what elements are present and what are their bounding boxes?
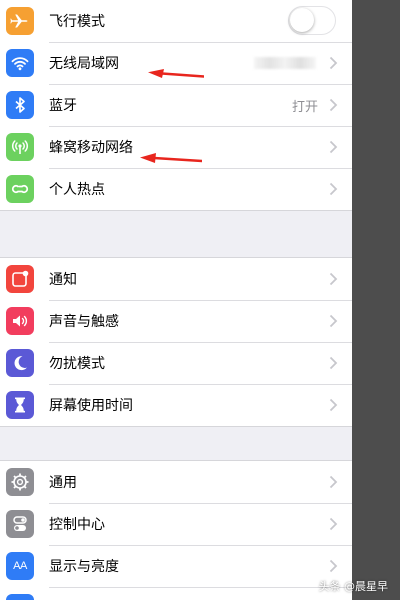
settings-row-general[interactable]: 通用 bbox=[0, 461, 352, 503]
sounds-haptics-label: 声音与触感 bbox=[49, 314, 119, 330]
chevron-right-icon bbox=[329, 140, 338, 154]
notifications-label: 通知 bbox=[49, 272, 77, 288]
settings-row-notifications[interactable]: 通知 bbox=[0, 258, 352, 300]
wifi-icon bbox=[6, 49, 34, 77]
bluetooth-icon bbox=[6, 91, 34, 119]
chevron-right-icon bbox=[329, 314, 338, 328]
connectivity-group: 飞行模式 无线局域网 蓝牙 打开 蜂窝移动网络 个人热点 bbox=[0, 0, 352, 211]
general-group: 通用 控制中心 AA 显示与亮度 bbox=[0, 460, 352, 600]
do-not-disturb-label: 勿扰模式 bbox=[49, 356, 105, 372]
settings-row-sounds-haptics[interactable]: 声音与触感 bbox=[0, 300, 352, 342]
wlan-network-name-blurred bbox=[254, 57, 316, 69]
chevron-right-icon bbox=[329, 475, 338, 489]
annotation-arrow-wlan bbox=[148, 69, 204, 81]
settings-row-airplane-mode[interactable]: 飞行模式 bbox=[0, 0, 352, 42]
settings-row-bluetooth[interactable]: 蓝牙 打开 bbox=[0, 84, 352, 126]
chevron-right-icon bbox=[329, 559, 338, 573]
toggles-icon bbox=[6, 510, 34, 538]
settings-row-do-not-disturb[interactable]: 勿扰模式 bbox=[0, 342, 352, 384]
hourglass-icon bbox=[6, 391, 34, 419]
bluetooth-status-value: 打开 bbox=[291, 99, 318, 115]
watermark: 头条 @晨星早 bbox=[318, 580, 389, 593]
toggle-knob bbox=[290, 8, 314, 32]
wlan-label: 无线局域网 bbox=[49, 56, 119, 72]
text-size-icon: AA bbox=[6, 552, 34, 580]
airplane-icon bbox=[6, 7, 34, 35]
control-center-label: 控制中心 bbox=[49, 517, 105, 533]
notifications-icon bbox=[6, 265, 34, 293]
cellular-label: 蜂窝移动网络 bbox=[49, 140, 133, 156]
cellular-icon bbox=[6, 133, 34, 161]
chevron-right-icon bbox=[329, 182, 338, 196]
text-size-icon-glyph: AA bbox=[13, 560, 27, 572]
settings-list: 飞行模式 无线局域网 蓝牙 打开 蜂窝移动网络 个人热点 通知 声音与触感 勿扰… bbox=[0, 0, 352, 600]
notifications-group: 通知 声音与触感 勿扰模式 屏幕使用时间 bbox=[0, 257, 352, 427]
gear-icon bbox=[6, 468, 34, 496]
chevron-right-icon bbox=[329, 517, 338, 531]
moon-icon bbox=[6, 349, 34, 377]
partial-icon bbox=[6, 594, 34, 600]
chevron-right-icon bbox=[329, 98, 338, 112]
settings-row-control-center[interactable]: 控制中心 bbox=[0, 503, 352, 545]
speaker-icon bbox=[6, 307, 34, 335]
hotspot-icon bbox=[6, 175, 34, 203]
airplane-mode-label: 飞行模式 bbox=[49, 14, 105, 30]
bluetooth-label: 蓝牙 bbox=[49, 98, 77, 114]
screen-time-label: 屏幕使用时间 bbox=[49, 398, 133, 414]
settings-row-screen-time[interactable]: 屏幕使用时间 bbox=[0, 384, 352, 426]
chevron-right-icon bbox=[329, 356, 338, 370]
chevron-right-icon bbox=[329, 56, 338, 70]
airplane-mode-toggle[interactable] bbox=[288, 6, 336, 35]
background-dim-strip bbox=[352, 0, 400, 600]
settings-row-display-brightness[interactable]: AA 显示与亮度 bbox=[0, 545, 352, 587]
personal-hotspot-label: 个人热点 bbox=[49, 182, 105, 198]
settings-row-partial[interactable] bbox=[0, 587, 352, 600]
chevron-right-icon bbox=[329, 398, 338, 412]
chevron-right-icon bbox=[329, 272, 338, 286]
general-label: 通用 bbox=[49, 475, 77, 491]
settings-row-personal-hotspot[interactable]: 个人热点 bbox=[0, 168, 352, 210]
display-brightness-label: 显示与亮度 bbox=[49, 559, 119, 575]
annotation-arrow-cellular bbox=[140, 152, 202, 164]
